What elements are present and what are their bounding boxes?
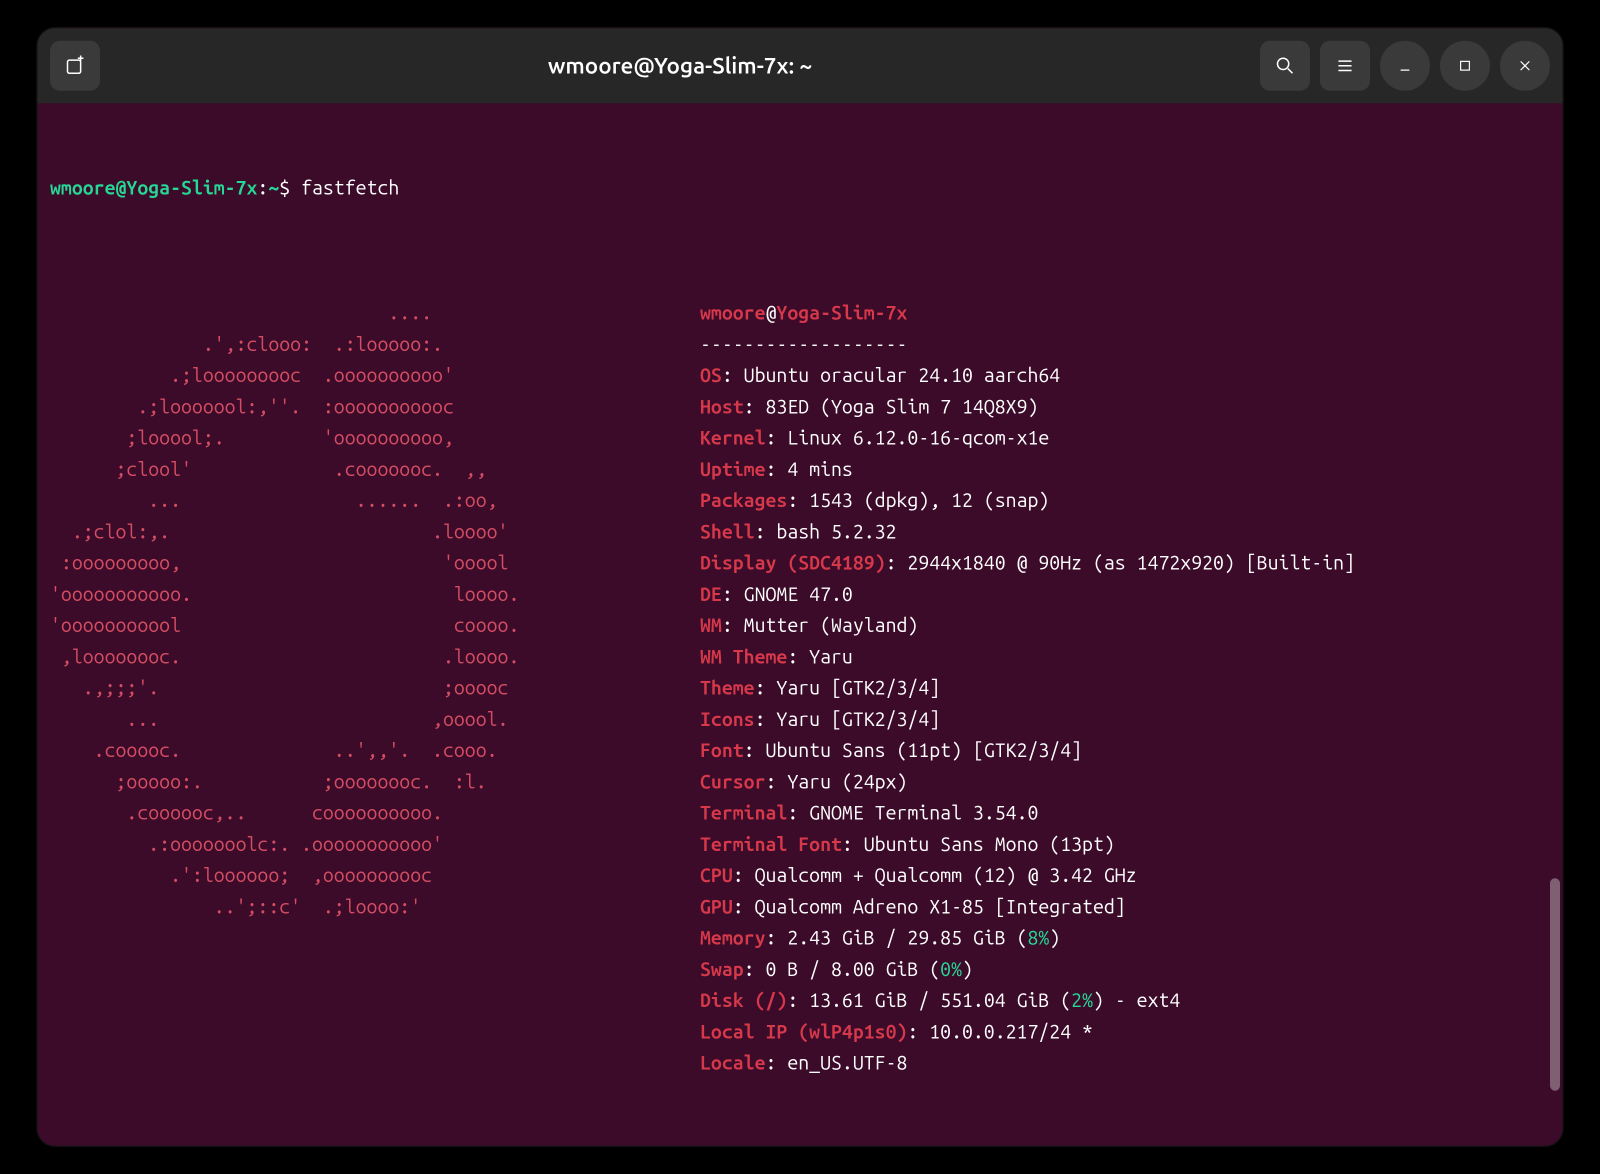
ascii-logo: .... .',:clooo: .:looooo:. .;looooooooc … [50, 298, 700, 923]
prompt-user: wmoore@Yoga-Slim-7x [50, 177, 257, 201]
minimize-button[interactable] [1380, 41, 1430, 91]
fastfetch-output: .... .',:clooo: .:looooo:. .;looooooooc … [50, 298, 1550, 1079]
terminal-body[interactable]: wmoore@Yoga-Slim-7x:~$ fastfetch .... .'… [38, 103, 1563, 1146]
menu-button[interactable] [1320, 41, 1370, 91]
prompt-path: ~ [268, 177, 279, 201]
search-button[interactable] [1260, 41, 1310, 91]
new-tab-button[interactable] [50, 41, 100, 91]
window-title: wmoore@Yoga-Slim-7x: ~ [110, 52, 1250, 80]
prompt-line: wmoore@Yoga-Slim-7x:~$ fastfetch [50, 173, 1550, 204]
headerbar: wmoore@Yoga-Slim-7x: ~ [38, 28, 1563, 103]
close-button[interactable] [1500, 41, 1550, 91]
system-info: wmoore@Yoga-Slim-7x-------------------OS… [700, 298, 1355, 1079]
maximize-button[interactable] [1440, 41, 1490, 91]
scrollbar[interactable] [1550, 878, 1560, 1091]
terminal-window: wmoore@Yoga-Slim-7x: ~ wmoore@Yoga-Slim-… [38, 28, 1563, 1146]
command: fastfetch [301, 177, 399, 201]
